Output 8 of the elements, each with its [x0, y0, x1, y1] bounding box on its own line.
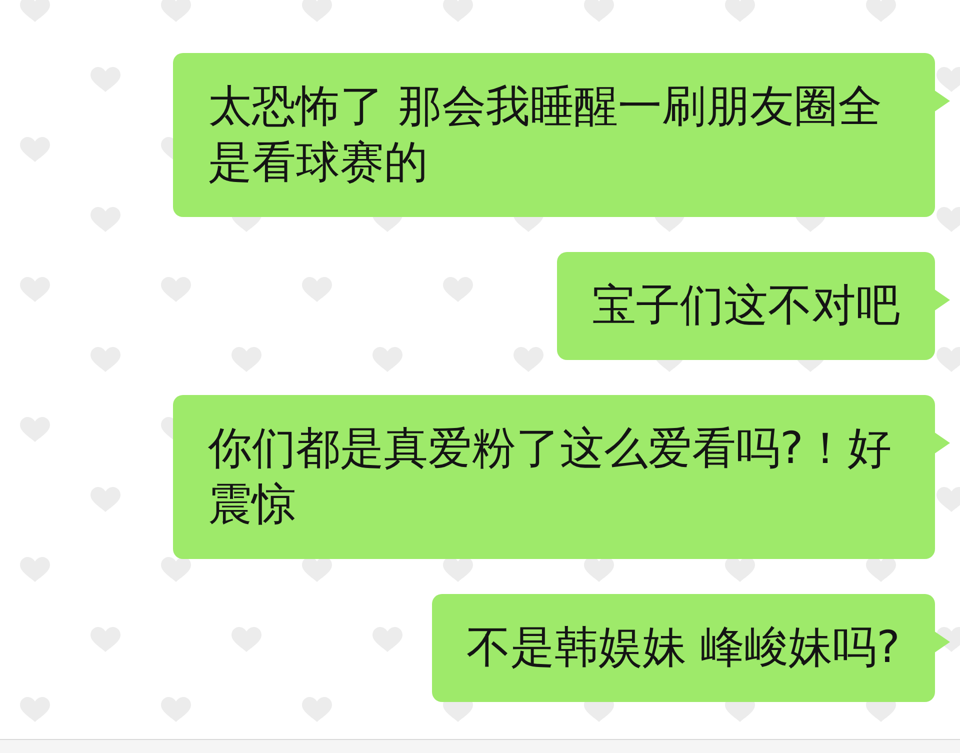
- bubble-tail-icon: [934, 289, 950, 311]
- message-text: 不是韩娱妹 峰峻妹吗?: [466, 622, 900, 673]
- bubble-tail-icon: [934, 432, 950, 454]
- message-text: 太恐怖了 那会我睡醒一刷朋友圈全是看球赛的: [208, 81, 882, 188]
- bubble-tail-icon: [934, 90, 950, 112]
- message-text: 宝子们这不对吧: [592, 280, 900, 331]
- message-text: 你们都是真爱粉了这么爱看吗?！好震惊: [208, 423, 892, 530]
- bubble-tail-icon: [934, 631, 950, 653]
